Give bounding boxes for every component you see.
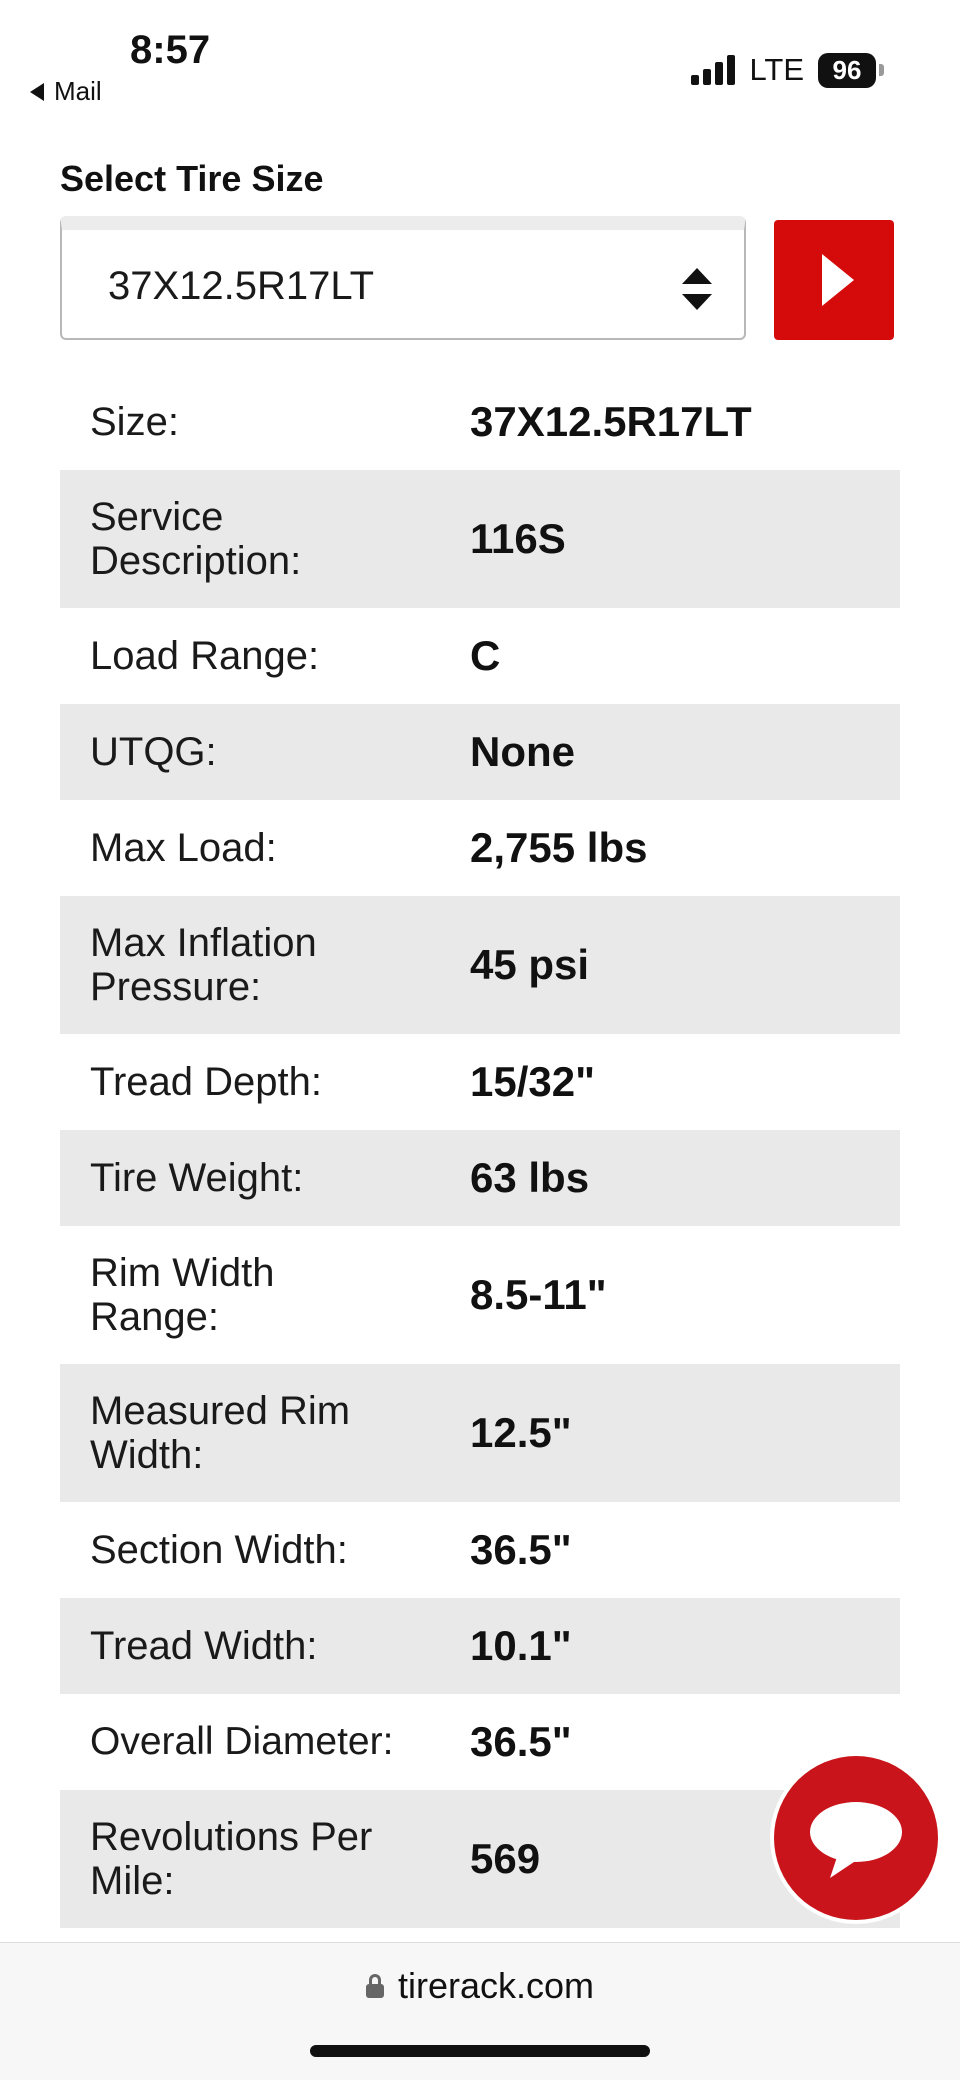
browser-url-bar[interactable]: tirerack.com — [0, 1942, 960, 2080]
spec-row-measured-rim-width: Measured Rim Width: 12.5" — [60, 1364, 900, 1502]
spec-value: 45 psi — [470, 941, 590, 988]
tire-size-select[interactable]: 37X12.5R17LT — [60, 216, 746, 340]
spec-label: Revolutions Per Mile: — [90, 1815, 373, 1903]
spec-row-load-range: Load Range: C — [60, 608, 900, 704]
spec-label: Overall Diameter: — [90, 1720, 394, 1763]
spec-row-service-description: Service Description: 116S — [60, 470, 900, 608]
spec-label: Load Range: — [90, 634, 320, 678]
spec-label: Tire Weight: — [90, 1156, 304, 1200]
home-indicator[interactable] — [310, 2045, 650, 2057]
battery-icon: 96 — [818, 52, 884, 88]
spec-value: C — [470, 632, 501, 679]
spec-label: Service Description: — [90, 495, 302, 583]
spec-label: Tread Depth: — [90, 1060, 322, 1104]
spec-label: Max Load: — [90, 826, 277, 870]
tire-specs-table: Size: 37X12.5R17LT Service Description: … — [60, 374, 900, 1928]
tire-size-select-value: 37X12.5R17LT — [108, 264, 375, 308]
spec-label: Measured Rim Width: — [90, 1389, 351, 1477]
spec-row-utqg: UTQG: None — [60, 704, 900, 800]
spec-row-rim-width-range: Rim Width Range: 8.5-11" — [60, 1226, 900, 1364]
spec-value: 10.1" — [470, 1622, 572, 1669]
spec-label: Tread Width: — [90, 1624, 318, 1668]
spec-row-tread-width: Tread Width: 10.1" — [60, 1598, 900, 1694]
spec-value: 12.5" — [470, 1409, 572, 1456]
spec-label: Rim Width Range: — [90, 1251, 275, 1339]
lock-icon — [365, 1974, 384, 1998]
select-tire-size-title: Select Tire Size — [60, 158, 324, 199]
spec-value: 36.5" — [470, 1526, 572, 1573]
spec-value: 36.5" — [470, 1718, 572, 1765]
spec-label: Max Inflation Pressure: — [90, 921, 317, 1009]
spec-value: 63 lbs — [470, 1154, 590, 1201]
spec-label: UTQG: — [90, 730, 217, 774]
spec-value: 8.5-11" — [470, 1271, 607, 1318]
spec-value: None — [470, 728, 575, 775]
spec-row-max-load: Max Load: 2,755 lbs — [60, 800, 900, 896]
spec-row-size: Size: 37X12.5R17LT — [60, 374, 900, 470]
spec-row-max-inflation-pressure: Max Inflation Pressure: 45 psi — [60, 896, 900, 1034]
status-indicators: LTE 96 — [691, 52, 884, 88]
address-field[interactable]: tirerack.com — [0, 1965, 960, 2007]
spec-value: 569 — [470, 1835, 541, 1882]
spec-row-tread-depth: Tread Depth: 15/32" — [60, 1034, 900, 1130]
url-text: tirerack.com — [397, 1965, 595, 2006]
battery-level: 96 — [818, 52, 876, 88]
chat-bubble-icon — [810, 1802, 902, 1878]
back-arrow-icon — [30, 82, 44, 101]
spec-row-tire-weight: Tire Weight: 63 lbs — [60, 1130, 900, 1226]
back-to-mail-button[interactable]: Mail — [30, 76, 102, 107]
play-icon — [822, 254, 854, 306]
status-bar: 8:57 Mail LTE 96 — [0, 0, 960, 120]
spec-row-overall-diameter: Overall Diameter: 36.5" — [60, 1694, 900, 1790]
back-app-label: Mail — [54, 76, 102, 106]
spec-label: Section Width: — [90, 1528, 348, 1572]
spec-value: 37X12.5R17LT — [470, 398, 752, 445]
spec-row-section-width: Section Width: 36.5" — [60, 1502, 900, 1598]
cellular-signal-icon — [691, 55, 736, 85]
spec-value: 15/32" — [470, 1058, 596, 1105]
spec-label: Size: — [90, 400, 179, 444]
chat-button[interactable] — [770, 1752, 942, 1924]
go-button[interactable] — [774, 220, 894, 340]
status-time: 8:57 — [130, 28, 211, 72]
spec-value: 2,755 lbs — [470, 824, 648, 871]
spec-value: 116S — [470, 515, 566, 562]
chevron-updown-icon — [680, 268, 714, 312]
network-type: LTE — [749, 52, 804, 87]
